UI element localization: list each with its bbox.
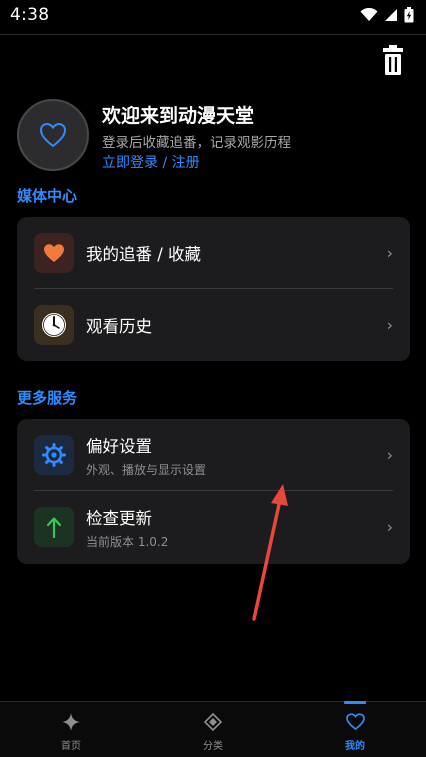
menu-item-label: 我的追番 / 收藏 bbox=[86, 245, 202, 264]
nav-item-category[interactable]: 分类 bbox=[142, 702, 284, 757]
section-title-media-center: 媒体中心 bbox=[17, 187, 78, 205]
heart-icon bbox=[44, 244, 64, 262]
bottom-nav: 首页 分类 我的 bbox=[0, 701, 426, 757]
trash-icon bbox=[383, 45, 403, 75]
avatar[interactable] bbox=[17, 99, 89, 171]
top-divider bbox=[0, 34, 426, 35]
nav-item-home[interactable]: 首页 bbox=[0, 702, 142, 757]
more-services-card: 偏好设置 外观、播放与显示设置 › 检查更新 当前版本 1.0.2 › bbox=[17, 419, 410, 564]
sparkle-icon bbox=[62, 712, 80, 731]
menu-item-preferences[interactable]: 偏好设置 外观、播放与显示设置 › bbox=[17, 419, 410, 491]
nav-label-category: 分类 bbox=[203, 740, 223, 752]
login-register-link[interactable]: 立即登录 / 注册 bbox=[102, 152, 200, 172]
media-center-card: 我的追番 / 收藏 › 观看历史 › bbox=[17, 217, 410, 361]
nav-item-mine[interactable]: 我的 bbox=[284, 701, 426, 757]
history-icon-box bbox=[34, 305, 74, 345]
signal-icon bbox=[385, 9, 397, 21]
arrow-up-icon bbox=[46, 517, 62, 538]
trash-button[interactable] bbox=[380, 44, 406, 76]
menu-item-label: 观看历史 bbox=[86, 317, 152, 336]
favorites-icon-box bbox=[34, 233, 74, 273]
preferences-icon-box bbox=[34, 435, 74, 475]
menu-item-label: 偏好设置 bbox=[86, 436, 152, 456]
wifi-icon bbox=[360, 8, 378, 21]
status-icons bbox=[360, 7, 414, 23]
menu-item-watch-history[interactable]: 观看历史 › bbox=[17, 289, 410, 361]
chevron-right-icon: › bbox=[386, 445, 393, 465]
chevron-right-icon: › bbox=[386, 243, 393, 263]
menu-item-favorites[interactable]: 我的追番 / 收藏 › bbox=[17, 217, 410, 289]
section-title-more-services: 更多服务 bbox=[17, 389, 78, 407]
active-tab-indicator bbox=[344, 701, 366, 704]
clock-icon bbox=[40, 311, 68, 339]
battery-icon bbox=[404, 7, 414, 23]
nav-label-home: 首页 bbox=[61, 740, 81, 752]
heart-outline-icon bbox=[345, 713, 365, 730]
menu-item-label: 检查更新 bbox=[86, 508, 152, 528]
gear-icon bbox=[42, 443, 66, 467]
status-time: 4:38 bbox=[10, 5, 50, 25]
diamond-icon bbox=[204, 712, 222, 731]
heart-outline-icon bbox=[39, 122, 67, 148]
chevron-right-icon: › bbox=[386, 517, 393, 537]
status-bar: 4:38 bbox=[0, 0, 426, 30]
menu-item-subtitle: 当前版本 1.0.2 bbox=[86, 534, 169, 549]
screen: 4:38 欢迎来到动漫天堂 登录后收藏追番，记录观影历程 立即登录 / 注册 媒… bbox=[0, 0, 426, 757]
menu-item-subtitle: 外观、播放与显示设置 bbox=[86, 462, 207, 477]
nav-label-mine: 我的 bbox=[345, 740, 365, 752]
menu-item-check-update[interactable]: 检查更新 当前版本 1.0.2 › bbox=[17, 491, 410, 563]
update-icon-box bbox=[34, 507, 74, 547]
welcome-subtitle: 登录后收藏追番，记录观影历程 bbox=[102, 135, 291, 151]
welcome-title: 欢迎来到动漫天堂 bbox=[102, 105, 255, 127]
chevron-right-icon: › bbox=[386, 315, 393, 335]
